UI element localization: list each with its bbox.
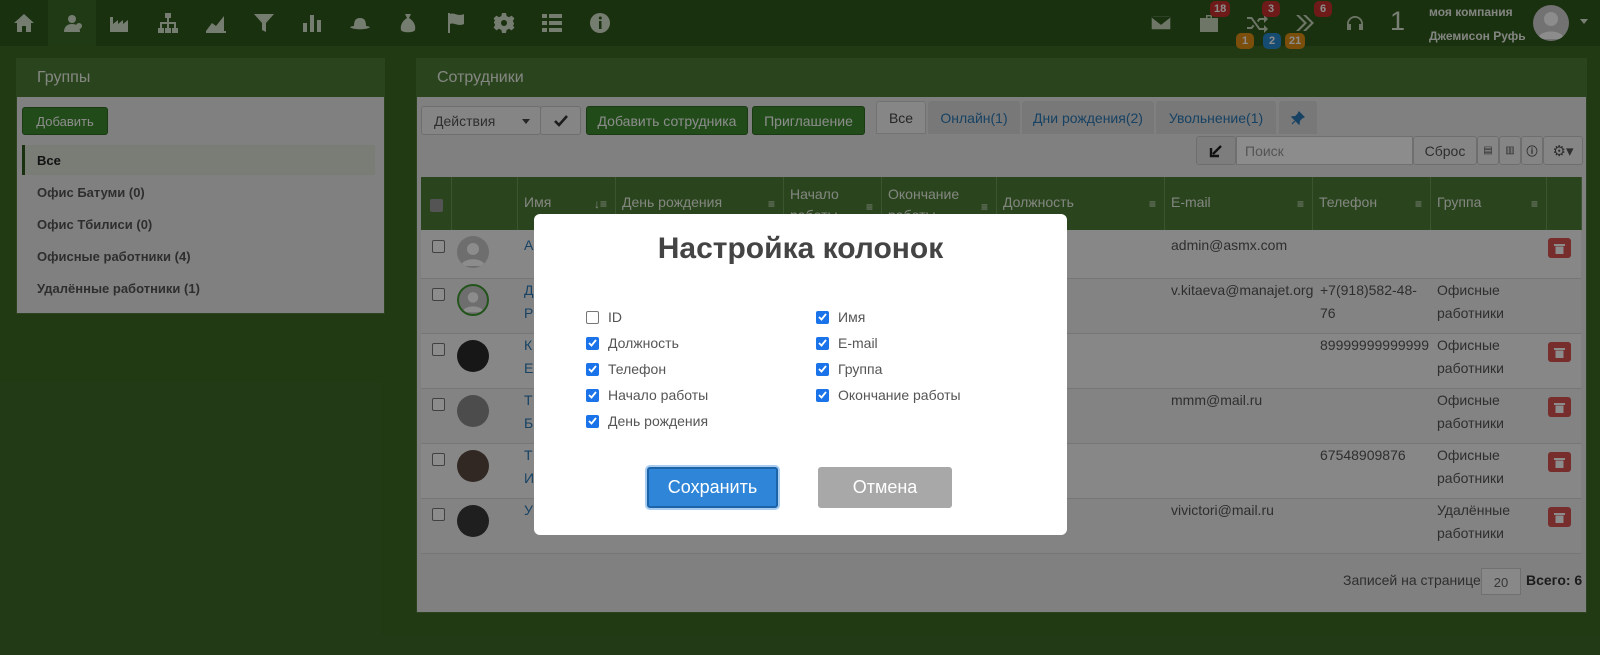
checkbox-checked[interactable]: [816, 310, 829, 324]
option-start-date[interactable]: Начало работы: [586, 387, 708, 403]
option-label: Телефон: [608, 361, 667, 377]
option-name[interactable]: Имя: [816, 309, 865, 325]
option-id[interactable]: ID: [586, 309, 622, 325]
option-email[interactable]: E-mail: [816, 335, 878, 351]
option-group[interactable]: Группа: [816, 361, 882, 377]
option-label: Начало работы: [608, 387, 709, 403]
column-settings-dialog: Настройка колонок ID Должность Телефон Н…: [534, 214, 1067, 535]
option-end-date[interactable]: Окончание работы: [816, 387, 961, 403]
checkbox-checked[interactable]: [586, 388, 599, 402]
option-label: Имя: [838, 309, 866, 325]
checkbox-checked[interactable]: [586, 414, 599, 428]
save-button[interactable]: Сохранить: [647, 467, 778, 508]
checkbox-checked[interactable]: [816, 336, 829, 350]
option-label: Окончание работы: [838, 387, 961, 403]
option-label: Группа: [838, 361, 883, 377]
checkbox-unchecked[interactable]: [586, 310, 599, 324]
option-phone[interactable]: Телефон: [586, 361, 666, 377]
option-label: E-mail: [838, 335, 878, 351]
checkbox-checked[interactable]: [586, 336, 599, 350]
option-position[interactable]: Должность: [586, 335, 679, 351]
checkbox-checked[interactable]: [816, 388, 829, 402]
option-label: ID: [608, 309, 622, 325]
option-label: Должность: [608, 335, 679, 351]
checkbox-checked[interactable]: [586, 362, 599, 376]
dialog-title: Настройка колонок: [657, 232, 944, 265]
checkbox-checked[interactable]: [816, 362, 829, 376]
option-label: День рождения: [608, 413, 709, 429]
cancel-button[interactable]: Отмена: [818, 467, 952, 508]
option-birthday[interactable]: День рождения: [586, 413, 708, 429]
